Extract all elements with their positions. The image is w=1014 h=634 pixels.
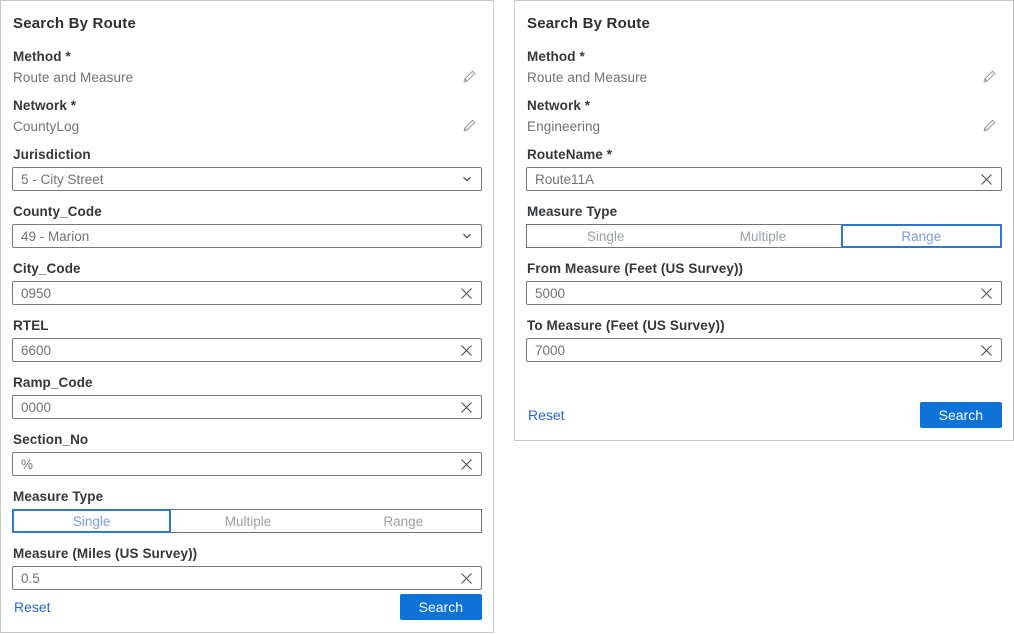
page-title: Search By Route	[13, 15, 482, 32]
from-measure-field: From Measure (Feet (US Survey))	[526, 261, 1002, 305]
measure-type-segment-single[interactable]: Single	[527, 225, 684, 247]
clear-icon[interactable]	[980, 344, 993, 357]
reset-link[interactable]: Reset	[14, 599, 51, 615]
to-measure-input[interactable]	[535, 343, 980, 358]
page-title: Search By Route	[527, 15, 1002, 32]
clear-icon[interactable]	[460, 344, 473, 357]
route-name-field: RouteName *	[526, 147, 1002, 191]
search-by-route-panel-left: Search By Route Method * Route and Measu…	[0, 0, 494, 633]
jurisdiction-field: Jurisdiction 5 - City Street	[12, 147, 482, 191]
city-code-input[interactable]	[21, 286, 460, 301]
section-no-input[interactable]	[21, 457, 460, 472]
method-field: Method * Route and Measure	[12, 49, 482, 85]
county-code-select[interactable]: 49 - Marion	[12, 224, 482, 248]
network-label: Network *	[13, 98, 482, 113]
measure-type-segmented-control: Single Multiple Range	[526, 224, 1002, 248]
method-value: Route and Measure	[13, 70, 133, 85]
network-value: CountyLog	[13, 119, 79, 134]
jurisdiction-label: Jurisdiction	[13, 147, 482, 162]
reset-link[interactable]: Reset	[528, 407, 565, 423]
to-measure-field: To Measure (Feet (US Survey))	[526, 318, 1002, 362]
measure-type-segment-range[interactable]: Range	[841, 224, 1002, 248]
section-no-label: Section_No	[13, 432, 482, 447]
county-code-field: County_Code 49 - Marion	[12, 204, 482, 248]
ramp-code-input[interactable]	[21, 400, 460, 415]
pencil-icon[interactable]	[981, 69, 997, 85]
search-button[interactable]: Search	[400, 594, 482, 620]
method-label: Method *	[13, 49, 482, 64]
measure-type-label: Measure Type	[13, 489, 482, 504]
measure-input[interactable]	[21, 571, 460, 586]
jurisdiction-select[interactable]: 5 - City Street	[12, 167, 482, 191]
clear-icon[interactable]	[980, 173, 993, 186]
ramp-code-label: Ramp_Code	[13, 375, 482, 390]
method-label: Method *	[527, 49, 1002, 64]
pencil-icon[interactable]	[461, 69, 477, 85]
clear-icon[interactable]	[460, 287, 473, 300]
ramp-code-field: Ramp_Code	[12, 375, 482, 419]
search-button[interactable]: Search	[920, 402, 1002, 428]
to-measure-label: To Measure (Feet (US Survey))	[527, 318, 1002, 333]
clear-icon[interactable]	[460, 401, 473, 414]
measure-type-segment-multiple[interactable]: Multiple	[684, 225, 841, 247]
network-value: Engineering	[527, 119, 600, 134]
rtel-field: RTEL	[12, 318, 482, 362]
county-code-selected-value: 49 - Marion	[21, 229, 461, 244]
search-by-route-panel-right: Search By Route Method * Route and Measu…	[514, 0, 1014, 441]
measure-type-segment-range[interactable]: Range	[326, 510, 481, 532]
measure-type-field: Measure Type Single Multiple Range	[526, 204, 1002, 248]
measure-type-segment-multiple[interactable]: Multiple	[170, 510, 325, 532]
measure-type-field: Measure Type Single Multiple Range	[12, 489, 482, 533]
jurisdiction-selected-value: 5 - City Street	[21, 172, 461, 187]
network-field: Network * Engineering	[526, 98, 1002, 134]
measure-type-segment-single[interactable]: Single	[12, 509, 171, 533]
route-name-input[interactable]	[535, 172, 980, 187]
city-code-field: City_Code	[12, 261, 482, 305]
county-code-label: County_Code	[13, 204, 482, 219]
city-code-label: City_Code	[13, 261, 482, 276]
from-measure-label: From Measure (Feet (US Survey))	[527, 261, 1002, 276]
chevron-down-icon	[461, 230, 473, 242]
network-field: Network * CountyLog	[12, 98, 482, 134]
method-field: Method * Route and Measure	[526, 49, 1002, 85]
measure-type-segmented-control: Single Multiple Range	[12, 509, 482, 533]
measure-label: Measure (Miles (US Survey))	[13, 546, 482, 561]
pencil-icon[interactable]	[981, 118, 997, 134]
pencil-icon[interactable]	[461, 118, 477, 134]
network-label: Network *	[527, 98, 1002, 113]
measure-type-label: Measure Type	[527, 204, 1002, 219]
method-value: Route and Measure	[527, 70, 647, 85]
measure-field: Measure (Miles (US Survey))	[12, 546, 482, 590]
section-no-field: Section_No	[12, 432, 482, 476]
clear-icon[interactable]	[460, 572, 473, 585]
chevron-down-icon	[461, 173, 473, 185]
from-measure-input[interactable]	[535, 286, 980, 301]
rtel-label: RTEL	[13, 318, 482, 333]
clear-icon[interactable]	[980, 287, 993, 300]
route-name-label: RouteName *	[527, 147, 1002, 162]
rtel-input[interactable]	[21, 343, 460, 358]
clear-icon[interactable]	[460, 458, 473, 471]
